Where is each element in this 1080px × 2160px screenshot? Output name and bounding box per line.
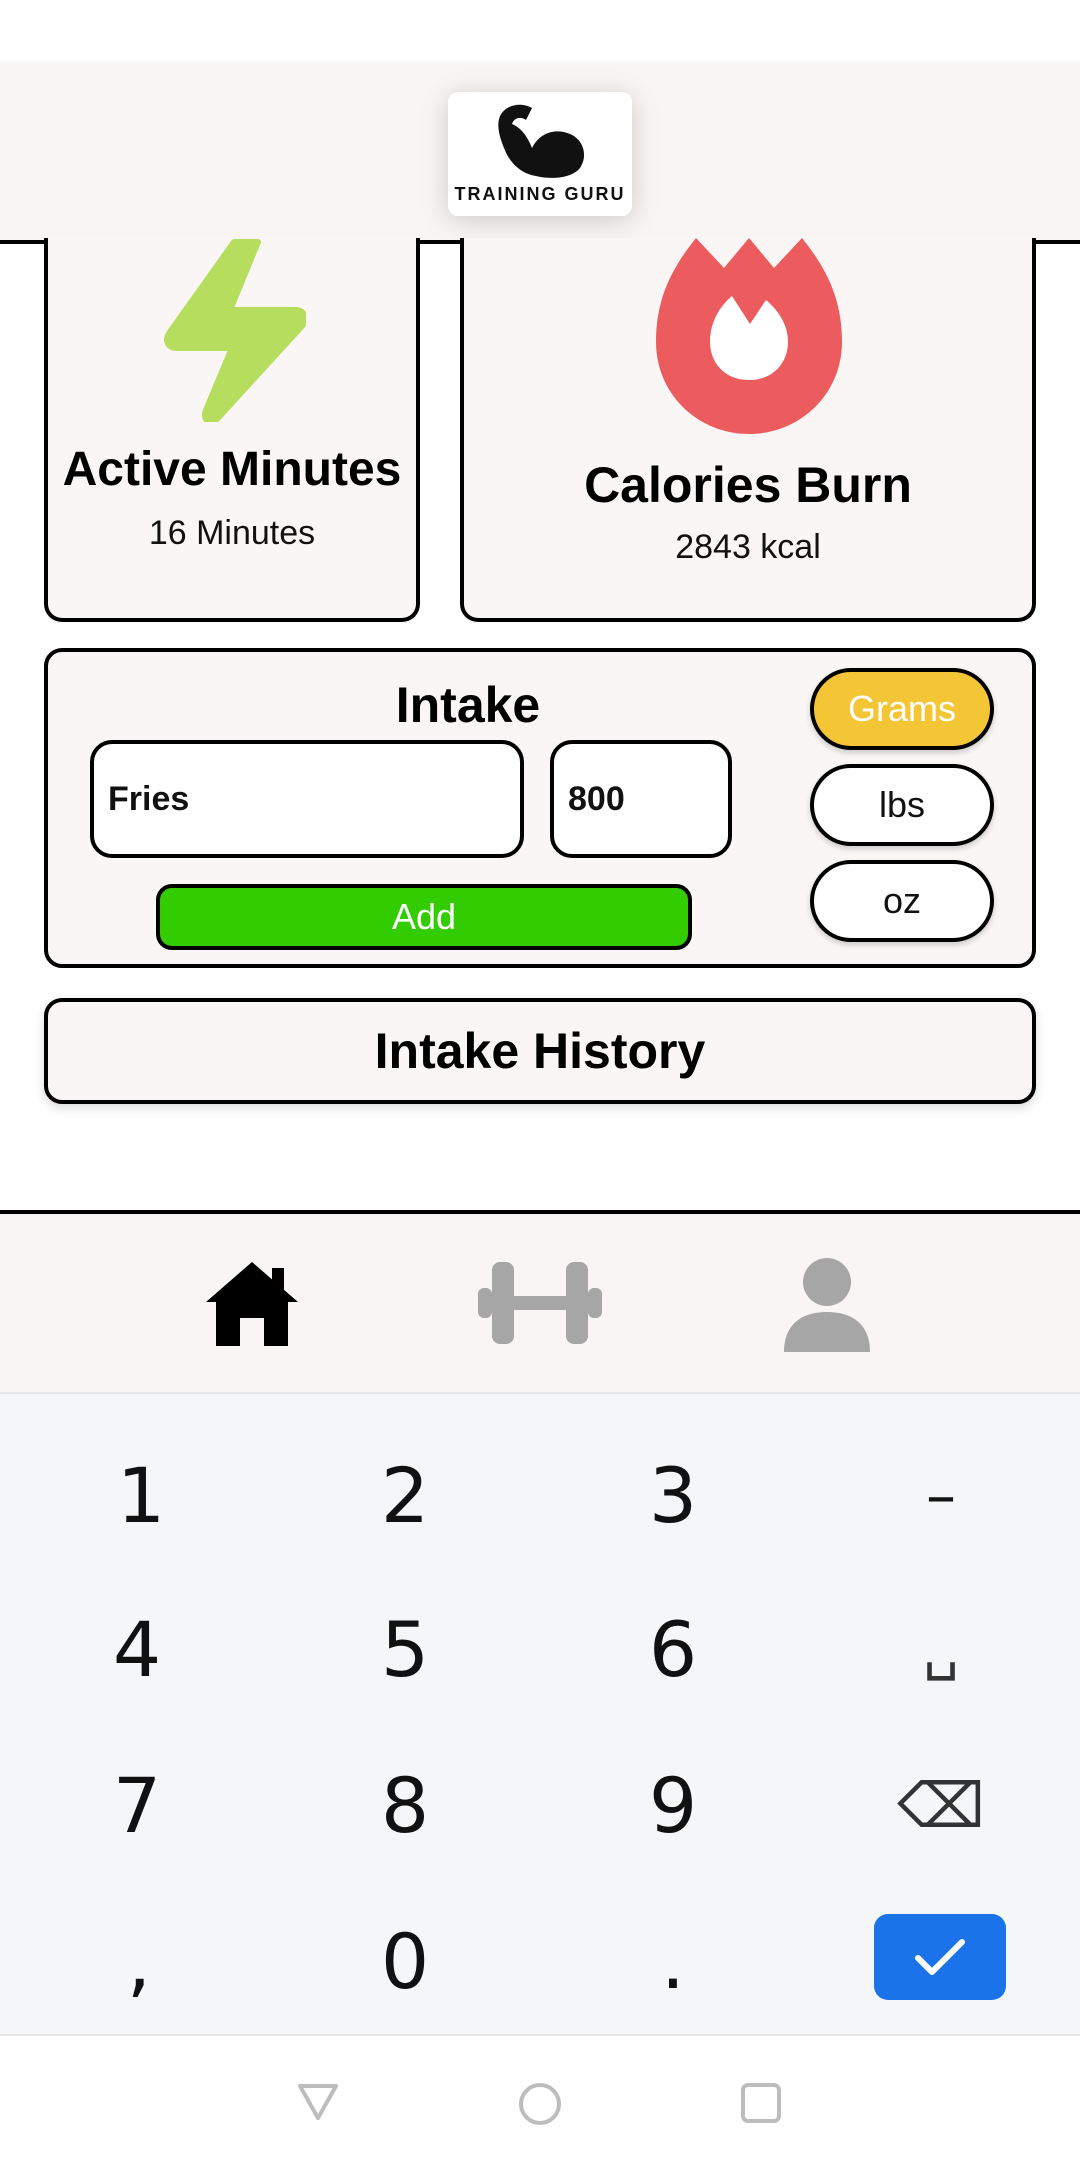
key-1[interactable]: 1	[6, 1418, 276, 1574]
calories-burn-card[interactable]: Calories Burn 2843 kcal	[460, 238, 1036, 622]
key-space[interactable]: ␣	[806, 1572, 1076, 1728]
numeric-keyboard: 1 2 3 – 4 5 6 ␣ 7 8 9 ⌫ , 0 .	[0, 1392, 1080, 2034]
active-minutes-value: 16 Minutes	[148, 514, 316, 552]
system-navigation-bar	[0, 2034, 1080, 2160]
nav-profile[interactable]	[784, 1258, 870, 1357]
flexed-arm-icon	[498, 104, 585, 178]
food-name-input[interactable]: Fries	[90, 740, 524, 858]
key-comma[interactable]: ,	[4, 1884, 274, 2040]
done-key[interactable]	[874, 1914, 1006, 2000]
key-0[interactable]: 0	[270, 1884, 540, 2040]
flame-icon	[656, 238, 842, 434]
profile-icon	[784, 1258, 870, 1352]
calories-burn-value: 2843 kcal	[675, 528, 821, 566]
quantity-input[interactable]: 800	[550, 740, 732, 858]
active-minutes-card[interactable]: Active Minutes 16 Minutes	[44, 238, 420, 622]
key-3[interactable]: 3	[538, 1418, 808, 1574]
calories-burn-title: Calories Burn	[584, 457, 912, 513]
key-9[interactable]: 9	[538, 1728, 808, 1884]
key-6[interactable]: 6	[538, 1572, 808, 1728]
add-button[interactable]: Add	[156, 884, 692, 950]
nav-workouts[interactable]	[478, 1258, 602, 1353]
back-icon[interactable]	[296, 2082, 340, 2122]
key-period[interactable]: .	[538, 1884, 808, 2040]
unit-grams-button[interactable]: Grams	[810, 668, 994, 750]
key-minus[interactable]: –	[806, 1418, 1076, 1574]
dumbbell-icon	[478, 1262, 602, 1344]
logo-text: TRAINING GURU	[454, 184, 626, 204]
unit-lbs-button[interactable]: lbs	[810, 764, 994, 846]
home-icon	[206, 1262, 298, 1346]
intake-history-button[interactable]: Intake History	[44, 998, 1036, 1104]
key-5[interactable]: 5	[270, 1572, 540, 1728]
key-4[interactable]: 4	[2, 1572, 272, 1728]
app-header: TRAINING GURU	[0, 62, 1080, 244]
bottom-nav	[0, 1210, 1080, 1392]
recents-icon[interactable]	[740, 2082, 782, 2124]
unit-oz-button[interactable]: oz	[810, 860, 994, 942]
app-logo: TRAINING GURU	[448, 92, 632, 216]
home-circle-icon[interactable]	[518, 2082, 562, 2126]
key-2[interactable]: 2	[270, 1418, 540, 1574]
nav-home[interactable]	[204, 1258, 300, 1353]
key-7[interactable]: 7	[2, 1728, 272, 1884]
lightning-icon	[164, 239, 306, 422]
intake-title: Intake	[395, 677, 541, 733]
checkmark-icon	[915, 1939, 965, 1975]
status-bar	[0, 0, 1080, 62]
app-screen: TRAINING GURU Active Minutes 16 Minutes …	[0, 0, 1080, 2160]
intake-card: Intake Fries 800 Add Grams lbs oz	[44, 648, 1036, 968]
backspace-key[interactable]: ⌫	[806, 1728, 1076, 1884]
active-minutes-title: Active Minutes	[62, 443, 402, 496]
key-8[interactable]: 8	[270, 1728, 540, 1884]
